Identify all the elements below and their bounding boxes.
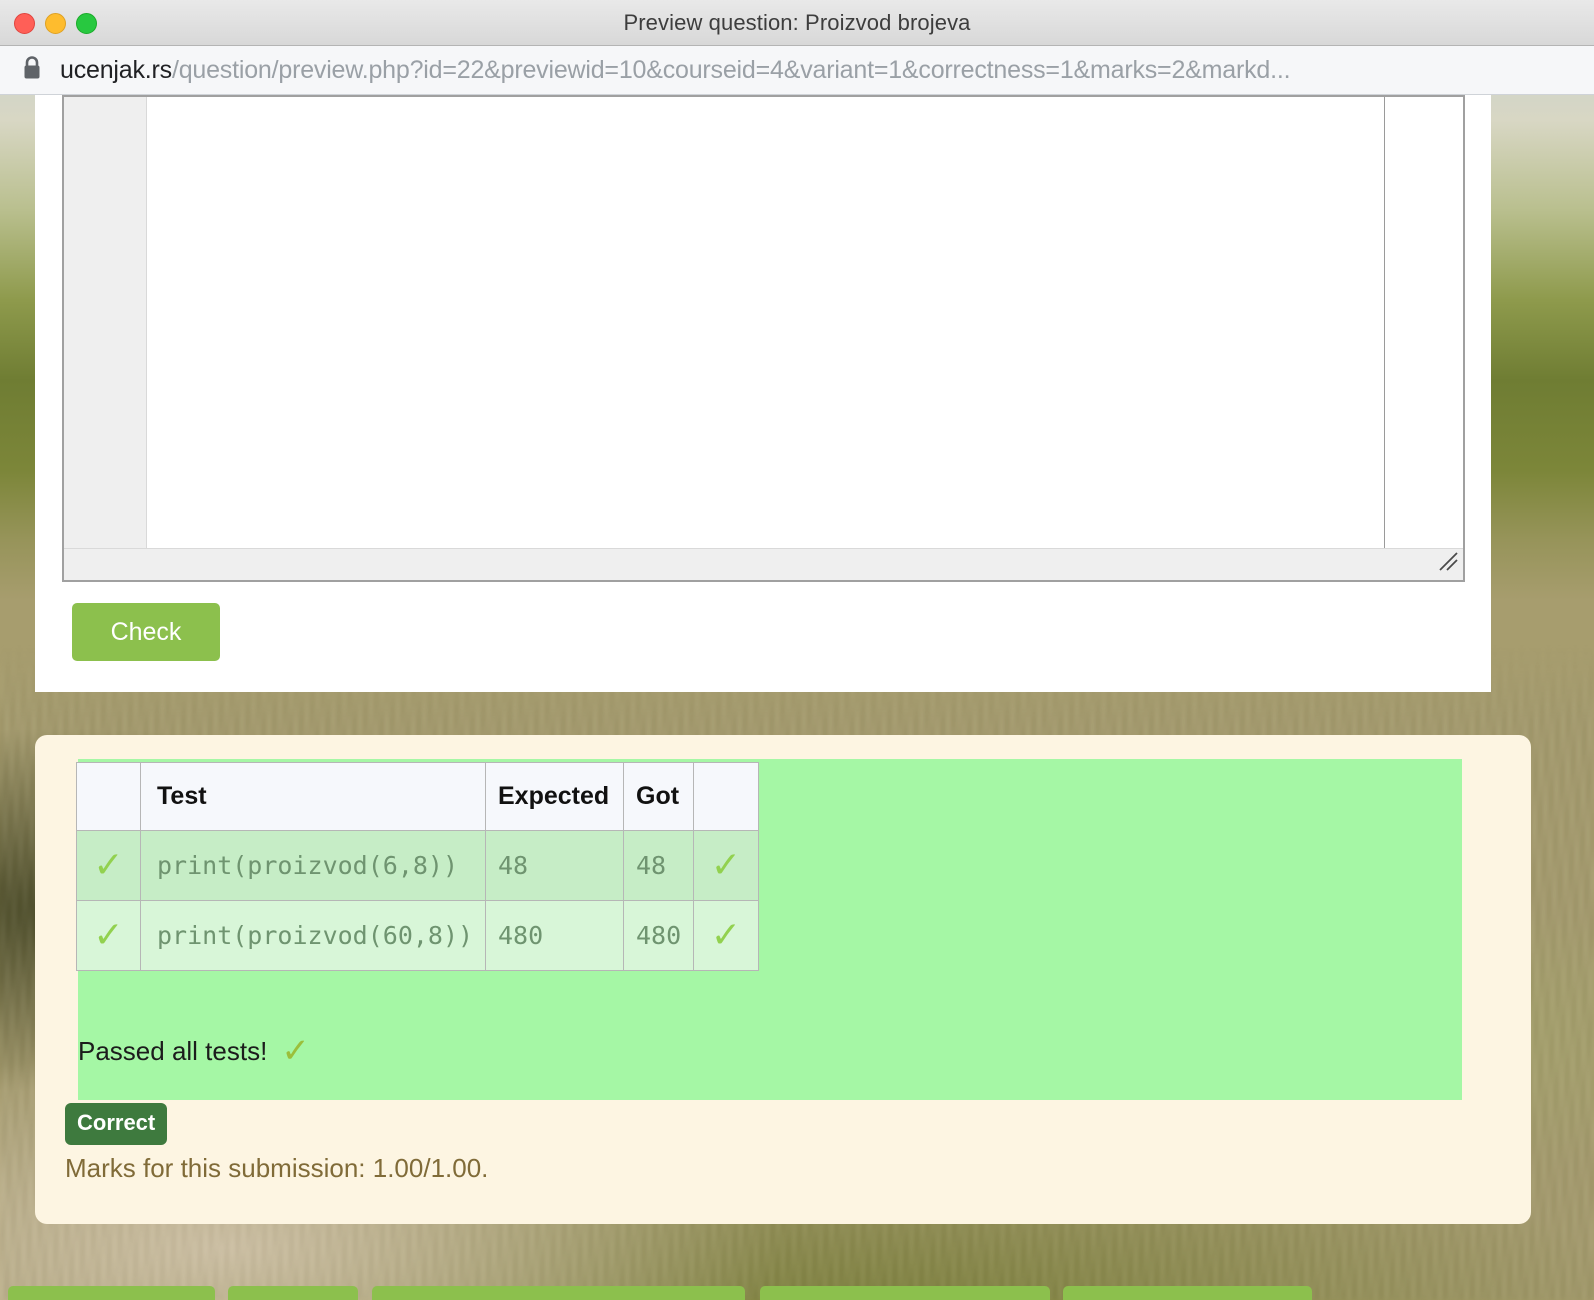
column-header-status [693, 762, 759, 831]
test-results-table: Test Expected Got ✓ print(proizvod(6,8))… [76, 762, 759, 971]
row-expected-value: 48 [485, 830, 624, 901]
traffic-light-group [14, 13, 97, 34]
marks-for-submission-text: Marks for this submission: 1.00/1.00. [65, 1153, 489, 1183]
column-header-expected: Expected [485, 762, 624, 831]
passed-check-icon: ✓ [281, 1032, 310, 1070]
window-title: Preview question: Proizvod brojeva [623, 9, 971, 35]
bottom-button-3[interactable] [372, 1286, 745, 1300]
editor-margin-rule [1384, 97, 1385, 548]
minimize-window-button[interactable] [45, 13, 66, 34]
window-titlebar: Preview question: Proizvod brojeva [0, 0, 1594, 46]
bottom-button-4[interactable] [760, 1286, 1050, 1300]
page-content-top: Check [35, 95, 1491, 692]
table-header-row: Test Expected Got [76, 762, 759, 831]
bottom-button-1[interactable] [8, 1286, 215, 1300]
status-badge: Correct [65, 1103, 168, 1145]
row-mark-check-icon: ✓ [76, 830, 141, 901]
row-test-code: print(proizvod(6,8)) [140, 830, 486, 901]
row-mark-check-icon: ✓ [76, 900, 141, 971]
url-path: /question/preview.php?id=22&previewid=10… [171, 55, 1291, 84]
row-status-check-icon: ✓ [693, 900, 759, 971]
lock-icon [22, 55, 42, 86]
row-test-code: print(proizvod(60,8)) [140, 900, 486, 971]
check-button[interactable]: Check [72, 603, 220, 661]
row-status-check-icon: ✓ [693, 830, 759, 901]
editor-line-number-gutter [64, 97, 147, 548]
resize-handle-icon[interactable] [1437, 550, 1459, 577]
row-got-value: 48 [623, 830, 694, 901]
bottom-button-5[interactable] [1063, 1286, 1312, 1300]
row-expected-value: 480 [485, 900, 624, 971]
passed-all-tests-label: Passed all tests! [78, 1035, 268, 1066]
address-bar[interactable]: ucenjak.rs/question/preview.php?id=22&pr… [0, 46, 1594, 95]
row-got-value: 480 [623, 900, 694, 971]
url-text: ucenjak.rs/question/preview.php?id=22&pr… [60, 55, 1291, 85]
test-results-box: Test Expected Got ✓ print(proizvod(6,8))… [76, 759, 1462, 1100]
question-feedback-card: Test Expected Got ✓ print(proizvod(6,8))… [35, 735, 1531, 1224]
bottom-button-2[interactable] [228, 1286, 358, 1300]
close-window-button[interactable] [14, 13, 35, 34]
url-host: ucenjak.rs [60, 55, 172, 84]
table-row: ✓ print(proizvod(6,8)) 48 48 ✓ [76, 830, 759, 901]
bottom-toolbar [0, 1286, 1594, 1300]
column-header-got: Got [623, 762, 694, 831]
column-header-mark [76, 762, 141, 831]
editor-statusbar [64, 548, 1463, 580]
column-header-test: Test [140, 762, 486, 831]
code-answer-textarea[interactable] [62, 95, 1465, 582]
editor-text-area[interactable] [148, 97, 1463, 548]
zoom-window-button[interactable] [76, 13, 97, 34]
passed-all-tests-message: Passed all tests! ✓ [78, 1031, 310, 1071]
table-row: ✓ print(proizvod(60,8)) 480 480 ✓ [76, 900, 759, 971]
